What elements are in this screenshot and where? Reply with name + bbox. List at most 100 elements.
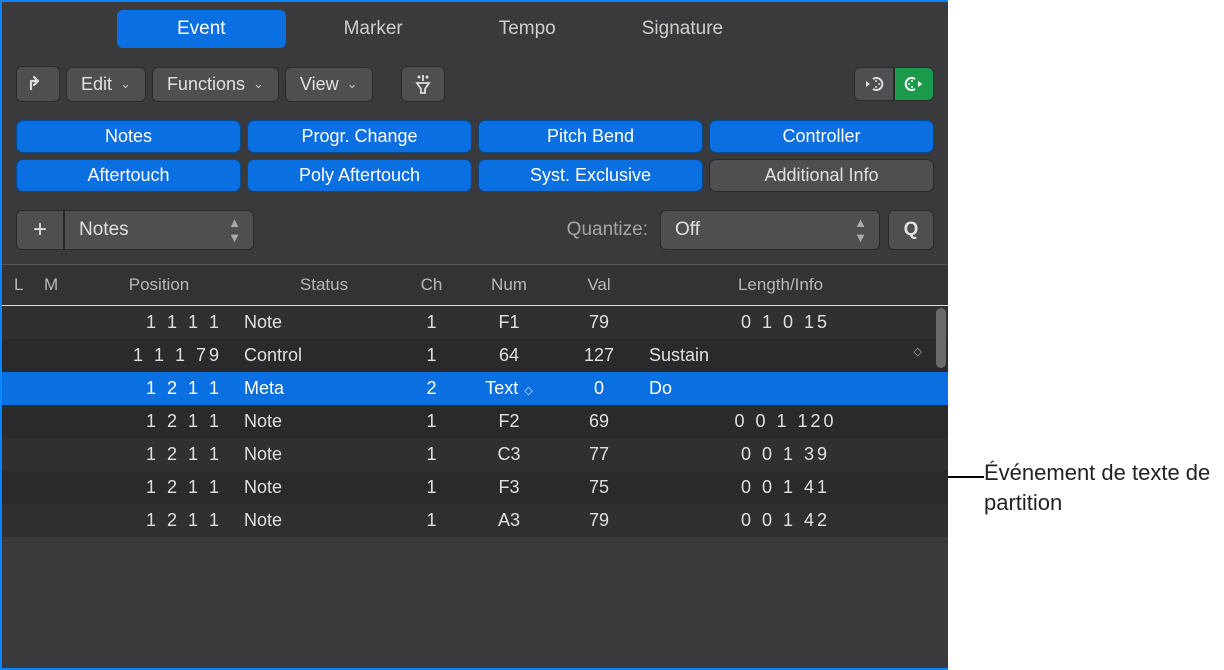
filter-notes[interactable]: Notes [16,120,241,153]
event-type-select[interactable]: Notes ▲▼ [64,210,254,250]
stepper-icon[interactable]: ◇ [914,345,922,358]
col-l[interactable]: L [14,275,44,295]
stepper-icon[interactable]: ◇ [524,385,532,397]
cell-num[interactable]: A3 [459,510,559,531]
table-row[interactable]: 1 2 1 1Note1F3750 0 1 41 [2,471,948,504]
cell-status[interactable]: Note [244,510,404,531]
quantize-label: Quantize: [567,219,648,241]
cell-ch[interactable]: 1 [404,477,459,498]
cell-num[interactable]: Text◇ [459,378,559,399]
quantize-select[interactable]: Off ▲▼ [660,210,880,250]
cell-ch[interactable]: 1 [404,510,459,531]
create-row: + Notes ▲▼ Quantize: Off ▲▼ Q [2,206,948,264]
cell-val[interactable]: 79 [559,312,639,333]
filter-controller[interactable]: Controller [709,120,934,153]
cell-ch[interactable]: 1 [404,312,459,333]
table-row[interactable]: 1 2 1 1Note1C3770 0 1 39 [2,438,948,471]
filter-poly-aftertouch[interactable]: Poly Aftertouch [247,159,472,192]
cell-length-info[interactable]: Sustain◇ [639,345,922,366]
table-row[interactable]: 1 1 1 79Control164127Sustain◇ [2,339,948,372]
midi-io-group [854,67,934,101]
filter-additional-info[interactable]: Additional Info [709,159,934,192]
col-ch[interactable]: Ch [404,275,459,295]
chevron-down-icon: ⌄ [253,76,264,92]
stepper-icon: ▲▼ [228,215,239,245]
col-position[interactable]: Position [74,275,244,295]
view-menu-label: View [300,74,339,95]
cell-val[interactable]: 0 [559,378,639,399]
cell-length-info[interactable]: 0 0 1 120 [639,411,922,432]
midi-in-button[interactable] [854,67,894,101]
cell-ch[interactable]: 1 [404,444,459,465]
cell-num[interactable]: C3 [459,444,559,465]
filter-syst-exclusive[interactable]: Syst. Exclusive [478,159,703,192]
cell-status[interactable]: Note [244,477,404,498]
tab-event[interactable]: Event [117,10,286,48]
scrollbar-thumb[interactable] [936,308,946,368]
functions-menu[interactable]: Functions ⌄ [152,67,279,102]
view-menu[interactable]: View ⌄ [285,67,373,102]
midi-in-icon [863,75,885,93]
cell-length-info[interactable]: Do [639,378,922,399]
cell-position[interactable]: 1 2 1 1 [74,477,244,498]
quantize-apply-button[interactable]: Q [888,210,934,250]
cell-val[interactable]: 79 [559,510,639,531]
callout-line [948,476,984,478]
cell-length-info[interactable]: 0 0 1 39 [639,444,922,465]
toolbar: Edit ⌄ Functions ⌄ View ⌄ [2,56,948,112]
filter-pitch-bend[interactable]: Pitch Bend [478,120,703,153]
col-val[interactable]: Val [559,275,639,295]
col-num[interactable]: Num [459,275,559,295]
cell-num[interactable]: F1 [459,312,559,333]
cell-status[interactable]: Note [244,444,404,465]
table-row[interactable]: 1 2 1 1Meta2Text◇0Do [2,372,948,405]
cell-val[interactable]: 127 [559,345,639,366]
col-status[interactable]: Status [244,275,404,295]
plus-icon: + [33,216,47,244]
add-event-button[interactable]: + [16,210,64,250]
hierarchy-up-button[interactable] [16,66,60,102]
cell-val[interactable]: 69 [559,411,639,432]
cell-status[interactable]: Note [244,411,404,432]
col-length-info[interactable]: Length/Info [639,275,922,295]
midi-out-icon [903,75,925,93]
cell-position[interactable]: 1 2 1 1 [74,378,244,399]
cell-position[interactable]: 1 2 1 1 [74,411,244,432]
table-header: L M Position Status Ch Num Val Length/In… [2,264,948,306]
cell-ch[interactable]: 1 [404,345,459,366]
filter-aftertouch[interactable]: Aftertouch [16,159,241,192]
cell-val[interactable]: 75 [559,477,639,498]
tab-signature[interactable]: Signature [614,10,751,48]
table-row[interactable]: 1 2 1 1Note1F2690 0 1 120 [2,405,948,438]
table-row[interactable]: 1 1 1 1Note1F1790 1 0 15 [2,306,948,339]
edit-menu[interactable]: Edit ⌄ [66,67,146,102]
cell-status[interactable]: Note [244,312,404,333]
cell-position[interactable]: 1 2 1 1 [74,510,244,531]
event-table: L M Position Status Ch Num Val Length/In… [2,264,948,537]
cell-length-info[interactable]: 0 0 1 42 [639,510,922,531]
col-m[interactable]: M [44,275,74,295]
cell-val[interactable]: 77 [559,444,639,465]
cell-position[interactable]: 1 1 1 1 [74,312,244,333]
cell-status[interactable]: Meta [244,378,404,399]
midi-out-button[interactable] [894,67,934,101]
cell-length-info[interactable]: 0 0 1 41 [639,477,922,498]
event-filter-grid: Notes Progr. Change Pitch Bend Controlle… [2,112,948,206]
table-row[interactable]: 1 2 1 1Note1A3790 0 1 42 [2,504,948,537]
cell-ch[interactable]: 2 [404,378,459,399]
cell-ch[interactable]: 1 [404,411,459,432]
table-body[interactable]: 1 1 1 1Note1F1790 1 0 151 1 1 79Control1… [2,306,948,537]
cell-num[interactable]: 64 [459,345,559,366]
cell-length-info[interactable]: 0 1 0 15 [639,312,922,333]
cell-position[interactable]: 1 2 1 1 [74,444,244,465]
cell-num[interactable]: F3 [459,477,559,498]
cell-status[interactable]: Control [244,345,404,366]
filter-program-change[interactable]: Progr. Change [247,120,472,153]
cell-position[interactable]: 1 1 1 79 [74,345,244,366]
catch-filter-button[interactable] [401,66,445,102]
cell-num[interactable]: F2 [459,411,559,432]
event-list-panel: Event Marker Tempo Signature Edit ⌄ Func… [0,0,948,670]
tab-marker[interactable]: Marker [316,10,431,48]
callout-text: Événement de texte de partition [984,458,1224,517]
tab-tempo[interactable]: Tempo [471,10,584,48]
